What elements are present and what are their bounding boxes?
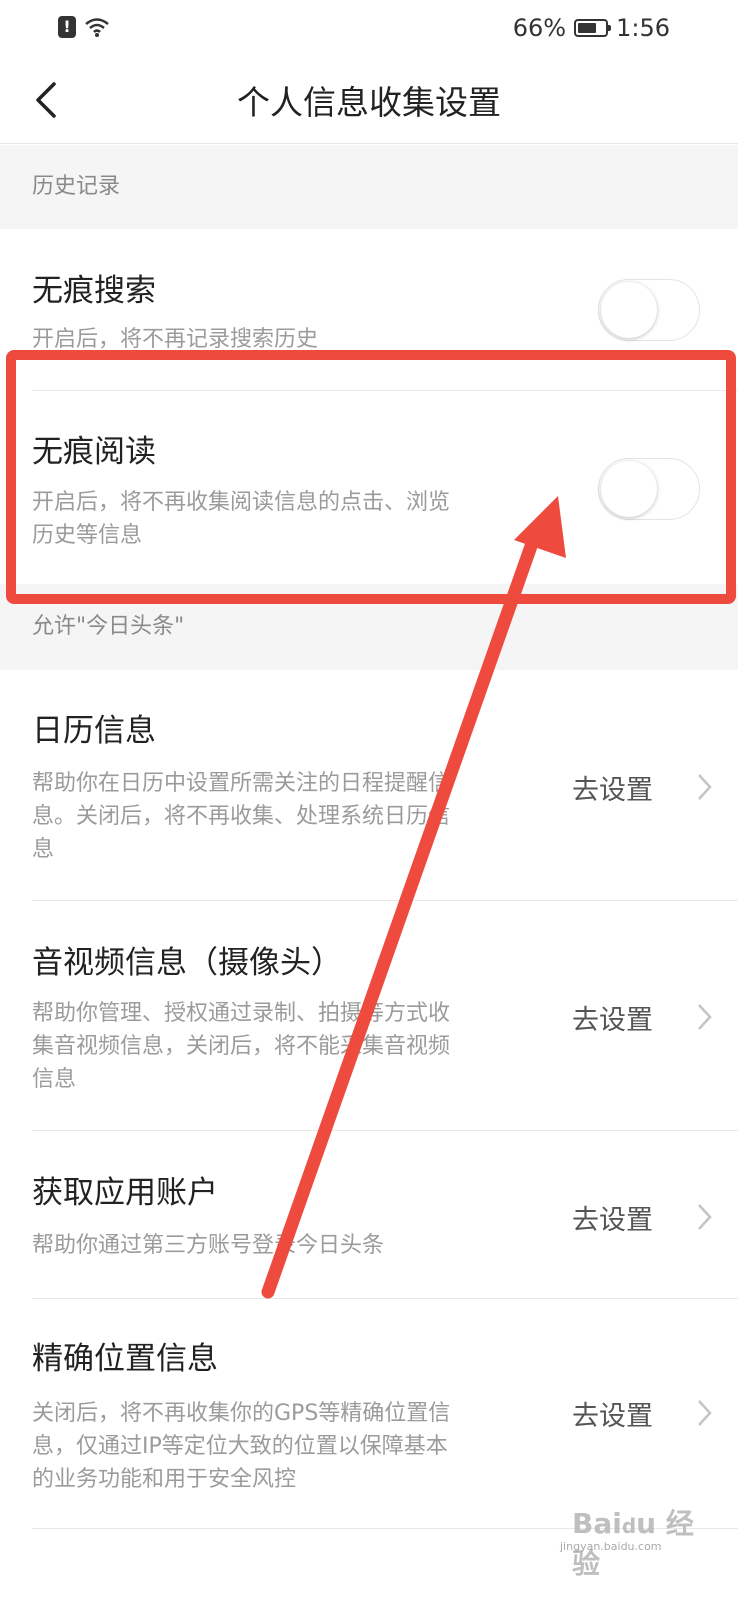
row-desc-line: 息 bbox=[32, 837, 55, 862]
row-desc-line: 历史等信息 bbox=[32, 523, 143, 548]
toggle-knob bbox=[601, 282, 657, 338]
action-label: 去设置 bbox=[572, 1204, 653, 1236]
row-desc-line: 帮助你通过第三方账号登录今日头条 bbox=[32, 1233, 385, 1258]
row-desc-line: 息，仅通过IP等定位大致的位置以保障基本 bbox=[32, 1434, 448, 1459]
divider bbox=[32, 390, 738, 391]
section-header-allow: 允许"今日头条" bbox=[0, 584, 738, 670]
calendar-settings-button[interactable]: 去设置 bbox=[572, 767, 712, 807]
av-info-row[interactable]: 音视频信息（摄像头） 帮助你管理、授权通过录制、拍摄等方式收 集音视频信息，关闭… bbox=[0, 901, 738, 1131]
section-label: 允许"今日头条" bbox=[32, 614, 185, 639]
incognito-reading-toggle[interactable] bbox=[598, 458, 700, 520]
row-desc-line: 开启后，将不再收集阅读信息的点击、浏览 bbox=[32, 490, 451, 515]
incognito-search-row: 无痕搜索 开启后，将不再记录搜索历史 bbox=[0, 229, 738, 391]
chevron-right-icon bbox=[698, 1004, 712, 1030]
row-desc: 帮助你通过第三方账号登录今日头条 bbox=[32, 1229, 502, 1262]
row-desc-line: 息。关闭后，将不再收集、处理系统日历信 bbox=[32, 804, 451, 829]
row-desc: 开启后，将不再记录搜索历史 bbox=[32, 327, 319, 352]
incognito-reading-row: 无痕阅读 开启后，将不再收集阅读信息的点击、浏览 历史等信息 bbox=[0, 392, 738, 584]
row-title: 无痕阅读 bbox=[32, 434, 156, 470]
watermark-url: jingyan.baidu.com bbox=[560, 1540, 662, 1553]
account-settings-button[interactable]: 去设置 bbox=[572, 1197, 712, 1237]
row-desc-line: 的业务功能和用于安全风控 bbox=[32, 1467, 297, 1492]
section-header-history: 历史记录 bbox=[0, 145, 738, 229]
row-desc-line: 帮助你管理、授权通过录制、拍摄等方式收 bbox=[32, 1001, 451, 1026]
chevron-right-icon bbox=[698, 1204, 712, 1230]
row-title: 精确位置信息 bbox=[32, 1341, 218, 1377]
app-account-row[interactable]: 获取应用账户 帮助你通过第三方账号登录今日头条 去设置 bbox=[0, 1131, 738, 1299]
row-title: 音视频信息（摄像头） bbox=[32, 945, 342, 981]
chevron-right-icon bbox=[698, 1400, 712, 1426]
row-desc-line: 关闭后，将不再收集你的GPS等精确位置信 bbox=[32, 1401, 451, 1426]
av-settings-button[interactable]: 去设置 bbox=[572, 997, 712, 1037]
wifi-icon bbox=[85, 18, 109, 37]
row-desc: 帮助你管理、授权通过录制、拍摄等方式收 集音视频信息，关闭后，将不能采集音视频 … bbox=[32, 997, 502, 1096]
alert-icon: ! bbox=[58, 16, 76, 38]
status-bar: ! 66% 1:56 bbox=[0, 0, 738, 56]
row-desc: 帮助你在日历中设置所需关注的日程提醒信 息。关闭后，将不再收集、处理系统日历信 … bbox=[32, 767, 502, 866]
incognito-search-toggle[interactable] bbox=[598, 279, 700, 341]
row-desc-line: 集音视频信息，关闭后，将不能采集音视频 bbox=[32, 1034, 451, 1059]
chevron-right-icon bbox=[698, 774, 712, 800]
clock: 1:56 bbox=[616, 14, 670, 42]
battery-percent: 66% bbox=[512, 14, 567, 42]
row-desc-line: 信息 bbox=[32, 1067, 77, 1092]
calendar-info-row[interactable]: 日历信息 帮助你在日历中设置所需关注的日程提醒信 息。关闭后，将不再收集、处理系… bbox=[0, 671, 738, 901]
status-right: 66% 1:56 bbox=[513, 10, 670, 46]
toggle-knob bbox=[601, 461, 657, 517]
baidu-jingyan-watermark: Baidu 经验 jingyan.baidu.com bbox=[560, 1494, 710, 1580]
nav-header: 个人信息收集设置 bbox=[0, 56, 738, 144]
row-title: 获取应用账户 bbox=[32, 1175, 218, 1211]
row-desc: 关闭后，将不再收集你的GPS等精确位置信 息，仅通过IP等定位大致的位置以保障基… bbox=[32, 1397, 502, 1496]
battery-icon bbox=[574, 19, 612, 37]
action-label: 去设置 bbox=[572, 774, 653, 806]
location-settings-button[interactable]: 去设置 bbox=[572, 1393, 712, 1433]
row-title: 日历信息 bbox=[32, 713, 156, 749]
row-title: 无痕搜索 bbox=[32, 273, 156, 309]
action-label: 去设置 bbox=[572, 1004, 653, 1036]
battery-fill bbox=[578, 23, 597, 33]
row-desc-line: 帮助你在日历中设置所需关注的日程提醒信 bbox=[32, 771, 451, 796]
action-label: 去设置 bbox=[572, 1400, 653, 1432]
row-desc: 开启后，将不再收集阅读信息的点击、浏览 历史等信息 bbox=[32, 486, 502, 552]
section-label: 历史记录 bbox=[32, 174, 121, 199]
page-title: 个人信息收集设置 bbox=[237, 83, 501, 122]
